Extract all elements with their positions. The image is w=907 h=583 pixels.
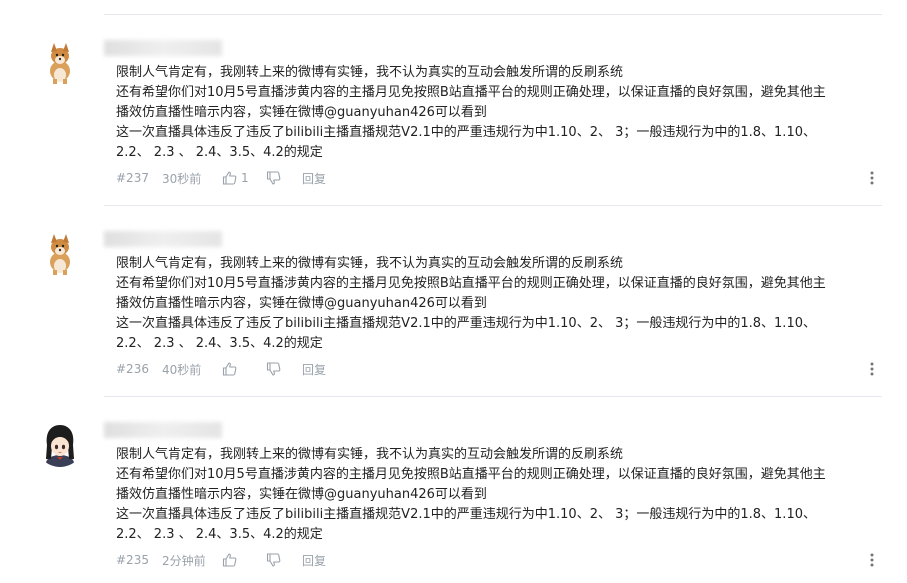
thumbs-down-icon — [266, 553, 281, 567]
dislike-button[interactable] — [266, 171, 302, 185]
comment-line: 还有希望你们对10月5号直播涉黄内容的主播月见免按照B站直播平台的规则正确处理，… — [116, 85, 826, 100]
comment-divider — [104, 14, 882, 15]
comment-line: 这一次直播具体违反了违反了bilibili主播直播规范V2.1中的严重违规行为中… — [116, 316, 816, 331]
comment-line: 播效仿直播性暗示内容，实锤在微博@guanyuhan426可以看到 — [116, 487, 487, 502]
dislike-button[interactable] — [266, 362, 302, 376]
floor-number: #237 — [116, 171, 149, 185]
thumbs-up-icon — [222, 553, 237, 567]
thumbs-up-icon — [222, 171, 237, 185]
username-blurred[interactable] — [104, 422, 222, 438]
comment-meta: #237 30秒前 1 回复 — [116, 168, 326, 188]
comment-meta: #236 40秒前 回复 — [116, 359, 326, 379]
comment-line: 2.2、 2.3 、 2.4、3.5、4.2的规定 — [116, 145, 323, 160]
comment-line: 还有希望你们对10月5号直播涉黄内容的主播月见免按照B站直播平台的规则正确处理，… — [116, 467, 826, 482]
comment-feed: 限制人气肯定有，我刚转上来的微博有实锤，我不认为真实的互动会触发所谓的反刷系统 … — [0, 0, 907, 583]
thumbs-up-icon — [222, 362, 237, 376]
comment-line: 限制人气肯定有，我刚转上来的微博有实锤，我不认为真实的互动会触发所谓的反刷系统 — [116, 65, 624, 80]
comment-line: 播效仿直播性暗示内容，实锤在微博@guanyuhan426可以看到 — [116, 105, 487, 120]
comment-divider — [104, 396, 882, 397]
avatar[interactable] — [36, 419, 84, 467]
floor-number: #235 — [116, 553, 149, 567]
timestamp: 30秒前 — [162, 171, 202, 186]
like-count: 1 — [241, 171, 249, 185]
username-blurred[interactable] — [104, 231, 222, 247]
thumbs-down-icon — [266, 171, 281, 185]
reply-button[interactable]: 回复 — [302, 361, 326, 378]
floor-number: #236 — [116, 362, 149, 376]
comment-text: 限制人气肯定有，我刚转上来的微博有实锤，我不认为真实的互动会触发所谓的反刷系统 … — [116, 63, 882, 163]
timestamp: 2分钟前 — [162, 553, 206, 568]
dislike-button[interactable] — [266, 553, 302, 567]
comment-divider — [104, 205, 882, 206]
comment-line: 2.2、 2.3 、 2.4、3.5、4.2的规定 — [116, 336, 323, 351]
username-blurred[interactable] — [104, 40, 222, 56]
timestamp: 40秒前 — [162, 362, 202, 377]
comment-line: 2.2、 2.3 、 2.4、3.5、4.2的规定 — [116, 527, 323, 542]
comment-text: 限制人气肯定有，我刚转上来的微博有实锤，我不认为真实的互动会触发所谓的反刷系统 … — [116, 254, 882, 354]
comment-line: 限制人气肯定有，我刚转上来的微博有实锤，我不认为真实的互动会触发所谓的反刷系统 — [116, 256, 624, 271]
comment-line: 还有希望你们对10月5号直播涉黄内容的主播月见免按照B站直播平台的规则正确处理，… — [116, 276, 826, 291]
thumbs-down-icon — [266, 362, 281, 376]
like-button[interactable] — [222, 553, 266, 567]
comment-text: 限制人气肯定有，我刚转上来的微博有实锤，我不认为真实的互动会触发所谓的反刷系统 … — [116, 445, 882, 545]
reply-button[interactable]: 回复 — [302, 552, 326, 569]
avatar[interactable] — [36, 228, 84, 276]
like-button[interactable]: 1 — [222, 171, 266, 185]
avatar[interactable] — [36, 37, 84, 85]
more-vertical-icon[interactable] — [866, 359, 878, 379]
more-vertical-icon[interactable] — [866, 550, 878, 570]
comment-line: 这一次直播具体违反了违反了bilibili主播直播规范V2.1中的严重违规行为中… — [116, 507, 816, 522]
comment-meta: #235 2分钟前 回复 — [116, 550, 326, 570]
reply-button[interactable]: 回复 — [302, 170, 326, 187]
comment-item: 限制人气肯定有，我刚转上来的微博有实锤，我不认为真实的互动会触发所谓的反刷系统 … — [0, 205, 907, 396]
comment-line: 播效仿直播性暗示内容，实锤在微博@guanyuhan426可以看到 — [116, 296, 487, 311]
comment-line: 限制人气肯定有，我刚转上来的微博有实锤，我不认为真实的互动会触发所谓的反刷系统 — [116, 447, 624, 462]
comment-line: 这一次直播具体违反了违反了bilibili主播直播规范V2.1中的严重违规行为中… — [116, 125, 816, 140]
comment-item: 限制人气肯定有，我刚转上来的微博有实锤，我不认为真实的互动会触发所谓的反刷系统 … — [0, 14, 907, 205]
comment-item: 限制人气肯定有，我刚转上来的微博有实锤，我不认为真实的互动会触发所谓的反刷系统 … — [0, 396, 907, 583]
like-button[interactable] — [222, 362, 266, 376]
more-vertical-icon[interactable] — [866, 168, 878, 188]
